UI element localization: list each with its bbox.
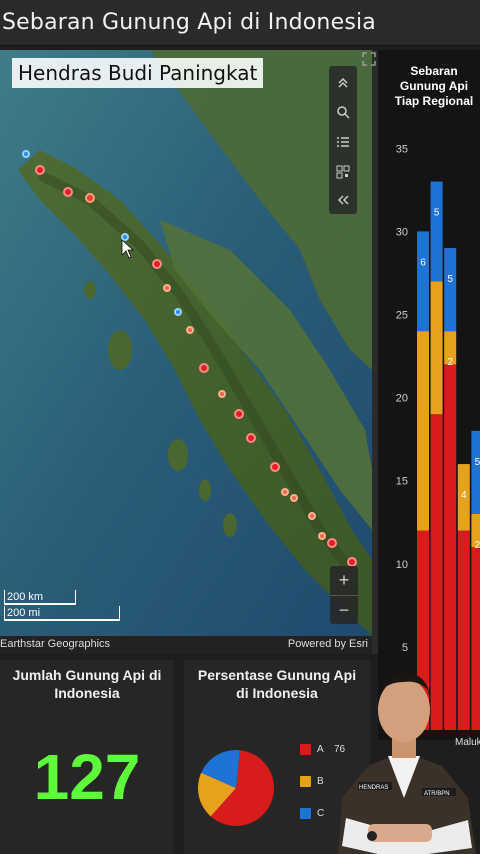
bar-segment-c[interactable] xyxy=(444,248,457,332)
title-bar: Sebaran Gunung Api di Indonesia xyxy=(0,0,480,46)
attribution-text: Earthstar Geographics xyxy=(0,638,111,650)
count-title-line: Indonesia xyxy=(54,685,120,701)
presenter-video-overlay: HENDRAS ATR/BPN xyxy=(328,648,480,854)
map-toolbar xyxy=(329,66,357,214)
scale-bar: 200 km 200 mi xyxy=(4,590,124,622)
zoom-in-button[interactable]: + xyxy=(330,566,358,595)
y-tick-label: 15 xyxy=(396,476,408,488)
satellite-map[interactable] xyxy=(0,50,372,636)
expand-icon[interactable] xyxy=(362,52,376,66)
legend-label: B xyxy=(317,776,324,787)
presenter-name-overlay: Hendras Budi Paningkat xyxy=(12,58,264,88)
y-tick-label: 10 xyxy=(396,559,408,571)
volcano-count: 127 xyxy=(33,741,141,813)
y-tick-label: 35 xyxy=(396,143,408,155)
layer-list-icon[interactable] xyxy=(329,128,357,156)
map-attribution: Earthstar Geographics Powered by Esri xyxy=(0,636,372,654)
search-icon[interactable] xyxy=(329,98,357,126)
bar-segment-b[interactable] xyxy=(417,331,429,531)
y-tick-label: 30 xyxy=(396,226,408,238)
chart-title-line: Sebaran xyxy=(410,64,458,78)
legend-label: A xyxy=(317,744,324,755)
bar-data-label: 5 xyxy=(447,274,453,285)
y-tick-label: 25 xyxy=(396,310,408,322)
map-panel: 200 km 200 mi + − Earthstar Geographics … xyxy=(0,50,378,654)
map-view[interactable]: 200 km 200 mi + − xyxy=(0,50,372,636)
legend-swatch xyxy=(300,744,311,755)
app-title: Sebaran Gunung Api di Indonesia xyxy=(2,10,376,35)
qr-code-icon[interactable] xyxy=(329,158,357,186)
bar-data-label: 5 xyxy=(434,208,440,219)
scale-km: 200 km xyxy=(4,590,76,605)
count-title: Jumlah Gunung Api di Indonesia xyxy=(0,666,174,702)
legend-swatch xyxy=(300,808,311,819)
bar-segment-c[interactable] xyxy=(471,430,480,514)
chart-title-line: Tiap Regional xyxy=(394,94,474,108)
bar-segment-c[interactable] xyxy=(417,231,429,332)
collapse-icon[interactable] xyxy=(329,186,357,214)
bar-segment-c[interactable] xyxy=(430,181,443,282)
y-tick-label: 20 xyxy=(396,393,408,405)
badge-right: ATR/BPN xyxy=(424,791,450,797)
badge-left: HENDRAS xyxy=(359,785,388,791)
scale-mi: 200 mi xyxy=(4,606,120,621)
count-title-line: Jumlah Gunung Api di xyxy=(12,667,162,683)
legend-label: C xyxy=(317,808,325,819)
bar-segment-b[interactable] xyxy=(430,281,443,415)
bar-data-label: 2 xyxy=(475,540,480,551)
pie-chart xyxy=(198,750,274,826)
bar-data-label: 5 xyxy=(475,457,480,468)
chevrons-up-icon[interactable] xyxy=(329,68,357,96)
zoom-controls: + − xyxy=(330,566,358,624)
bar-data-label: 6 xyxy=(420,257,426,268)
bar-data-label: 4 xyxy=(461,490,467,501)
zoom-out-button[interactable]: − xyxy=(330,595,358,624)
bar-data-label: 2 xyxy=(447,357,453,368)
dashboard: Sebaran Gunung Api di Indonesia 200 km 2… xyxy=(0,0,480,854)
chart-title: Sebaran Gunung Api Tiap Regional xyxy=(388,64,480,109)
chart-title-line: Gunung Api xyxy=(399,79,469,93)
legend-swatch xyxy=(300,776,311,787)
